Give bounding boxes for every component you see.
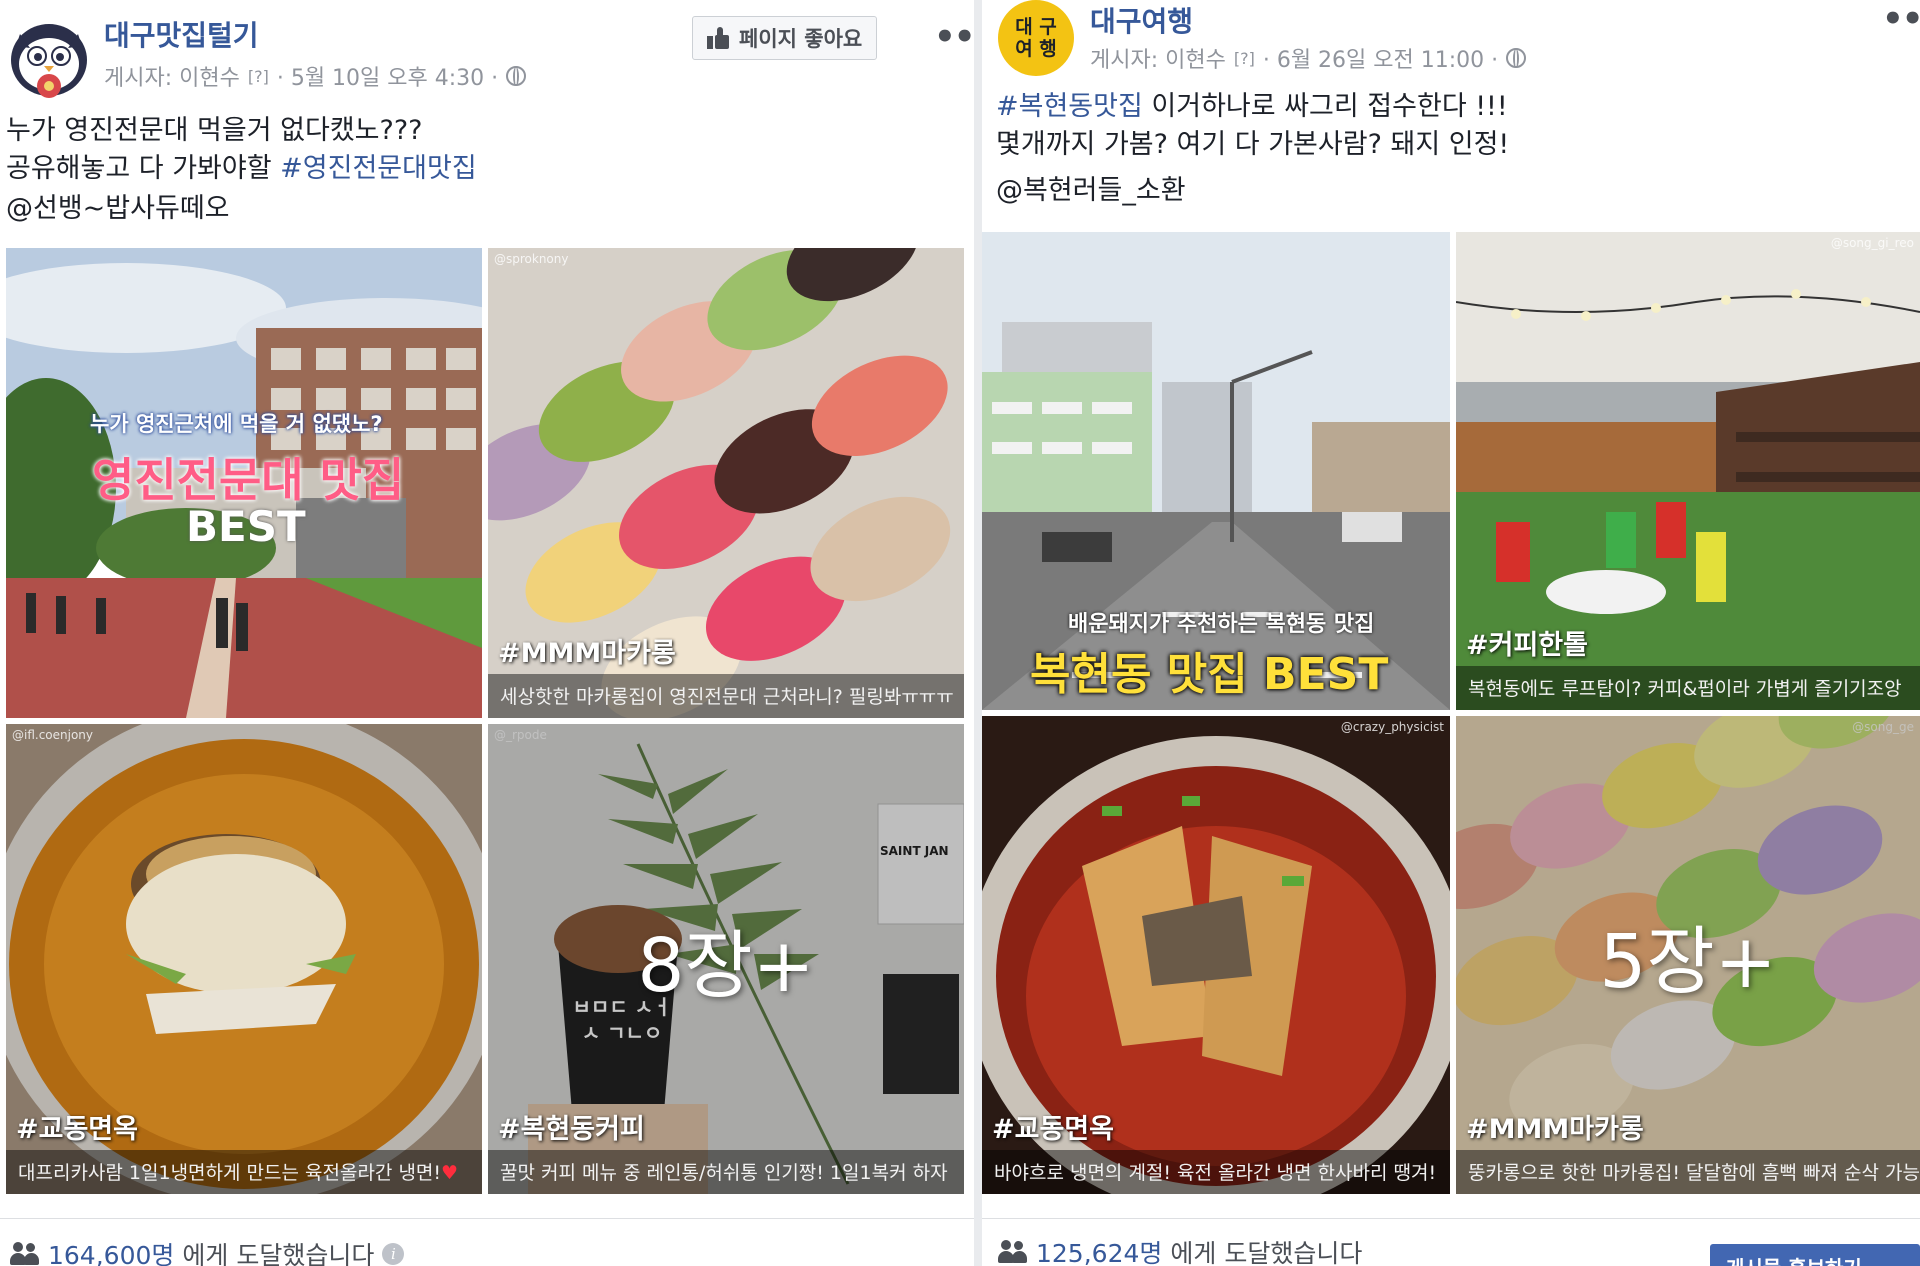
post-text-plain: 이거하나로 싸그리 접수한다 !!! xyxy=(1142,91,1508,122)
watermark: @song_gi_reo xyxy=(1830,236,1914,250)
photo-tile-street[interactable]: 배운돼지가 추천하는 복현동 맛집 복현동 맛집 BEST xyxy=(982,232,1450,710)
post-text-line-3: @복현러들_소환 xyxy=(996,175,1186,206)
tile-caption: 복현동에도 루프탑이? 커피&펍이라 가볍게 즐기기조앙 xyxy=(1456,666,1920,710)
page-name[interactable]: 대구여행 xyxy=(1090,0,1193,40)
tile-subtitle: 배운돼지가 추천하는 복현동 맛집 xyxy=(1068,612,1375,637)
post-card-1: 대구맛집털기 게시자: 이현수 [?] · 5월 10일 오후 4:30 · 페… xyxy=(0,0,974,1266)
post-meta: 게시자: 이현수 [?] · 5월 10일 오후 4:30 · xyxy=(104,60,527,92)
page-name[interactable]: 대구맛집털기 xyxy=(104,14,259,54)
tile-best: BEST xyxy=(186,502,306,551)
owl-mascot-icon xyxy=(6,14,92,100)
tile-caption: 대프리카사람 1일1냉면하게 만드는 육전올라간 냉면!♥ xyxy=(6,1150,482,1194)
reach-summary: 125,624명 에게 도달했습니다 xyxy=(998,1234,1362,1266)
boost-post-button[interactable]: 게시물 홍보하기 xyxy=(1710,1244,1920,1266)
tile-hashtag: #복현동커피 xyxy=(498,1114,645,1145)
photo-tile-macarons-2[interactable]: @song_ge 5장+ #MMM마카롱 뚱카롱으로 핫한 마카롱집! 달달함에… xyxy=(1456,716,1920,1194)
reach-summary: 164,600명 에게 도달했습니다 i xyxy=(10,1236,405,1266)
tile-hashtag: #커피한톨 xyxy=(1466,630,1588,661)
photo-tile-campus[interactable]: 누가 영진근처에 먹을 거 없댔노? 영진전문대 맛집 BEST xyxy=(6,248,482,718)
tile-subtitle: 누가 영진근처에 먹을 거 없댔노? xyxy=(90,412,383,436)
help-mark[interactable]: [?] xyxy=(1234,49,1255,68)
page-avatar[interactable]: 대 구 여 행 xyxy=(998,0,1074,76)
footer-divider xyxy=(0,1218,974,1219)
thumbs-up-icon xyxy=(707,27,729,49)
people-icon xyxy=(998,1240,1028,1264)
post-text-line-2: 공유해놓고 다 가봐야할 #영진전문대맛집 xyxy=(6,150,477,188)
tile-caption: 뚱카롱으로 핫한 마카롱집! 달달함에 흠뻑 빠져 순삭 가능 xyxy=(1456,1150,1920,1194)
post-meta: 게시자: 이현수 [?] · 6월 26일 오전 11:00 · xyxy=(1090,42,1527,74)
tile-headline: 복현동 맛집 BEST xyxy=(1030,649,1389,700)
help-mark[interactable]: [?] xyxy=(248,67,269,86)
post-datetime[interactable]: · 5월 10일 오후 4:30 · xyxy=(277,60,498,92)
post-text-line-3: @선뱅~밥사듀떼오 xyxy=(6,193,230,224)
post-text-line-1: 누가 영진전문대 먹을거 없다캤노??? xyxy=(6,115,423,146)
reach-count[interactable]: 125,624명 xyxy=(1036,1234,1162,1266)
watermark: @ifl.coenjony xyxy=(12,728,94,742)
reach-label: 에게 도달했습니다 xyxy=(1170,1239,1363,1266)
watermark: @sproknony xyxy=(494,252,569,266)
post-text-plain: 공유해놓고 다 가봐야할 xyxy=(6,153,281,184)
photo-tile-coffee[interactable]: @_rpode SAINT JAN ㅂㅁㄷ ㅅㅓㅅ ㄱㄴㅇ 8장+ #복현동커피… xyxy=(488,724,964,1194)
reach-label: 에게 도달했습니다 xyxy=(182,1241,375,1266)
post-card-2: 대 구 여 행 대구여행 게시자: 이현수 [?] · 6월 26일 오전 11… xyxy=(982,0,1920,1266)
avatar-text-line-1: 대 구 xyxy=(1015,16,1057,38)
page-avatar[interactable] xyxy=(6,14,92,100)
globe-icon[interactable] xyxy=(1506,48,1527,68)
post-datetime[interactable]: · 6월 26일 오전 11:00 · xyxy=(1263,42,1498,74)
tile-caption: 세상핫한 마카롱집이 영진전문대 근처라니? 필링봐ㅠㅠㅠ xyxy=(488,674,964,718)
tile-hashtag: #교동면옥 xyxy=(992,1114,1114,1145)
info-icon[interactable]: i xyxy=(382,1243,405,1265)
tile-caption-text: 대프리카사람 1일1냉면하게 만드는 육전올라간 냉면! xyxy=(18,1162,442,1184)
posted-by[interactable]: 게시자: 이현수 xyxy=(1090,42,1226,74)
post-text-line-2: 몇개까지 가봄? 여기 다 가본사람? 돼지 인정! xyxy=(996,129,1510,160)
more-options-icon[interactable]: ••• xyxy=(1882,2,1920,36)
photo-tile-rooftop[interactable]: @song_gi_reo #커피한톨 복현동에도 루프탑이? 커피&펍이라 가볍… xyxy=(1456,232,1920,710)
photo-tile-noodles[interactable]: @ifl.coenjony #교동면옥 대프리카사람 1일1냉면하게 만드는 육… xyxy=(6,724,482,1194)
tile-caption: 바야흐로 냉면의 계절! 육전 올라간 냉면 한사바리 땡겨! xyxy=(982,1150,1450,1194)
people-icon xyxy=(10,1242,40,1266)
photo-tile-spicy-noodles[interactable]: @crazy_physicist #교동면옥 바야흐로 냉면의 계절! 육전 올… xyxy=(982,716,1450,1194)
photo-tile-macarons[interactable]: @sproknony #MMM마카롱 세상핫한 마카롱집이 영진전문대 근처라니… xyxy=(488,248,964,718)
hashtag-link[interactable]: #영진전문대맛집 xyxy=(280,153,477,184)
globe-icon[interactable] xyxy=(506,66,527,86)
reach-count[interactable]: 164,600명 xyxy=(48,1236,174,1266)
watermark: @crazy_physicist xyxy=(1340,720,1444,734)
tile-caption: 꿀맛 커피 메뉴 중 레인통/허쉬통 인기짱! 1일1복커 하자 xyxy=(488,1150,964,1194)
like-page-label: 페이지 좋아요 xyxy=(739,27,863,51)
hashtag-link[interactable]: #복현동맛집 xyxy=(996,91,1143,122)
column-divider xyxy=(974,0,982,1266)
like-page-button[interactable]: 페이지 좋아요 xyxy=(692,16,878,60)
tile-hashtag: #MMM마카롱 xyxy=(1466,1114,1644,1145)
tile-hashtag: #교동면옥 xyxy=(16,1114,138,1145)
tile-headline: 영진전문대 맛집 xyxy=(92,453,405,507)
more-options-icon[interactable]: ••• xyxy=(934,20,974,54)
post-text-line-1: #복현동맛집 이거하나로 싸그리 접수한다 !!! xyxy=(996,88,1508,126)
heart-icon: ♥ xyxy=(441,1162,459,1184)
footer-divider xyxy=(982,1218,1920,1219)
tile-hashtag: #MMM마카롱 xyxy=(498,638,676,669)
posted-by[interactable]: 게시자: 이현수 xyxy=(104,60,240,92)
avatar-text-line-2: 여 행 xyxy=(1015,38,1057,60)
